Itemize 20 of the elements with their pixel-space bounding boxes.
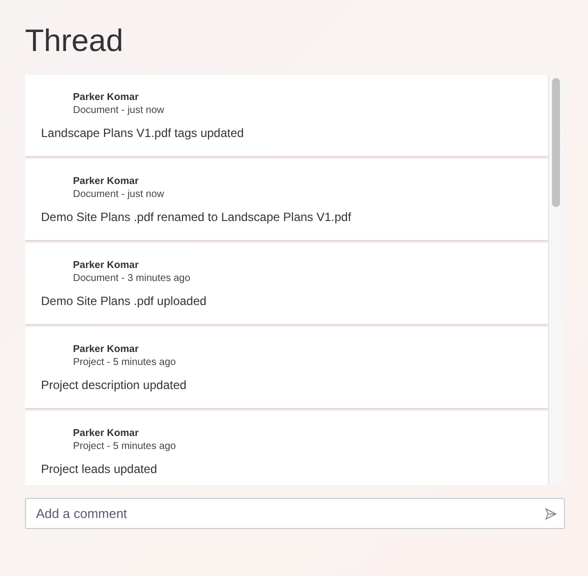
comment-field[interactable]: Add a comment [25,498,565,529]
author-name: Parker Komar [73,343,139,356]
author-name: Parker Komar [73,175,139,188]
activity-message: Project description updated [41,377,188,393]
activity-meta: Project - 5 minutes ago [73,356,176,369]
scrollbar-track[interactable] [548,75,563,485]
activity-message: Demo Site Plans .pdf uploaded [41,293,208,309]
author-name: Parker Komar [73,259,139,272]
activity-meta: Project - 5 minutes ago [73,440,176,453]
send-icon[interactable] [545,508,557,520]
scrollbar-thumb[interactable] [552,78,560,207]
page-title: Thread [25,22,124,60]
activity-message: Demo Site Plans .pdf renamed to Landscape Plans V1.pdf [41,209,352,225]
activity-message: Landscape Plans V1.pdf tags updated [41,125,245,141]
author-name: Parker Komar [73,427,139,440]
author-name: Parker Komar [73,91,139,104]
activity-message: Project leads updated [41,461,158,477]
activity-meta: Document - 3 minutes ago [73,272,190,285]
activity-meta: Document - just now [73,188,164,201]
activity-meta: Document - just now [73,104,164,117]
